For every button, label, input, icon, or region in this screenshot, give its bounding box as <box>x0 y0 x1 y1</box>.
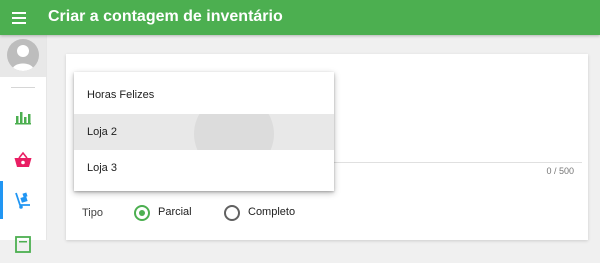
sidebar-item-orders[interactable] <box>0 141 46 179</box>
document-icon <box>15 236 31 253</box>
sidebar-item-documents[interactable] <box>0 225 46 263</box>
dropdown-option-label: Horas Felizes <box>87 89 155 101</box>
radio-checked-icon <box>134 205 150 221</box>
dropdown-option[interactable]: Loja 3 <box>74 150 334 186</box>
hand-truck-icon <box>15 192 30 209</box>
sidebar-divider <box>11 87 35 88</box>
sidebar <box>0 35 47 253</box>
sidebar-item-inventory[interactable] <box>0 181 46 219</box>
page-title: Criar a contagem de inventário <box>48 8 283 25</box>
menu-icon[interactable] <box>10 8 30 28</box>
user-avatar-icon <box>7 39 39 71</box>
sidebar-item-reports[interactable] <box>0 99 46 137</box>
store-dropdown-menu: Horas Felizes Loja 2 Loja 3 <box>74 72 334 191</box>
radio-unchecked-icon <box>224 205 240 221</box>
dropdown-option-highlighted[interactable]: Loja 2 <box>74 114 334 150</box>
bar-chart-icon <box>15 112 31 125</box>
avatar-area[interactable] <box>0 35 46 77</box>
radio-partial-label: Parcial <box>158 206 192 218</box>
ripple-effect <box>194 114 274 150</box>
dropdown-option-label: Loja 3 <box>87 162 117 174</box>
radio-complete-label: Completo <box>248 206 296 218</box>
basket-icon <box>14 151 32 167</box>
app-bar: Criar a contagem de inventário <box>0 0 600 35</box>
dropdown-option-label: Loja 2 <box>87 126 117 138</box>
character-counter: 0 / 500 <box>546 166 574 176</box>
dropdown-option[interactable]: Horas Felizes <box>74 77 334 113</box>
type-label: Tipo <box>82 207 103 219</box>
